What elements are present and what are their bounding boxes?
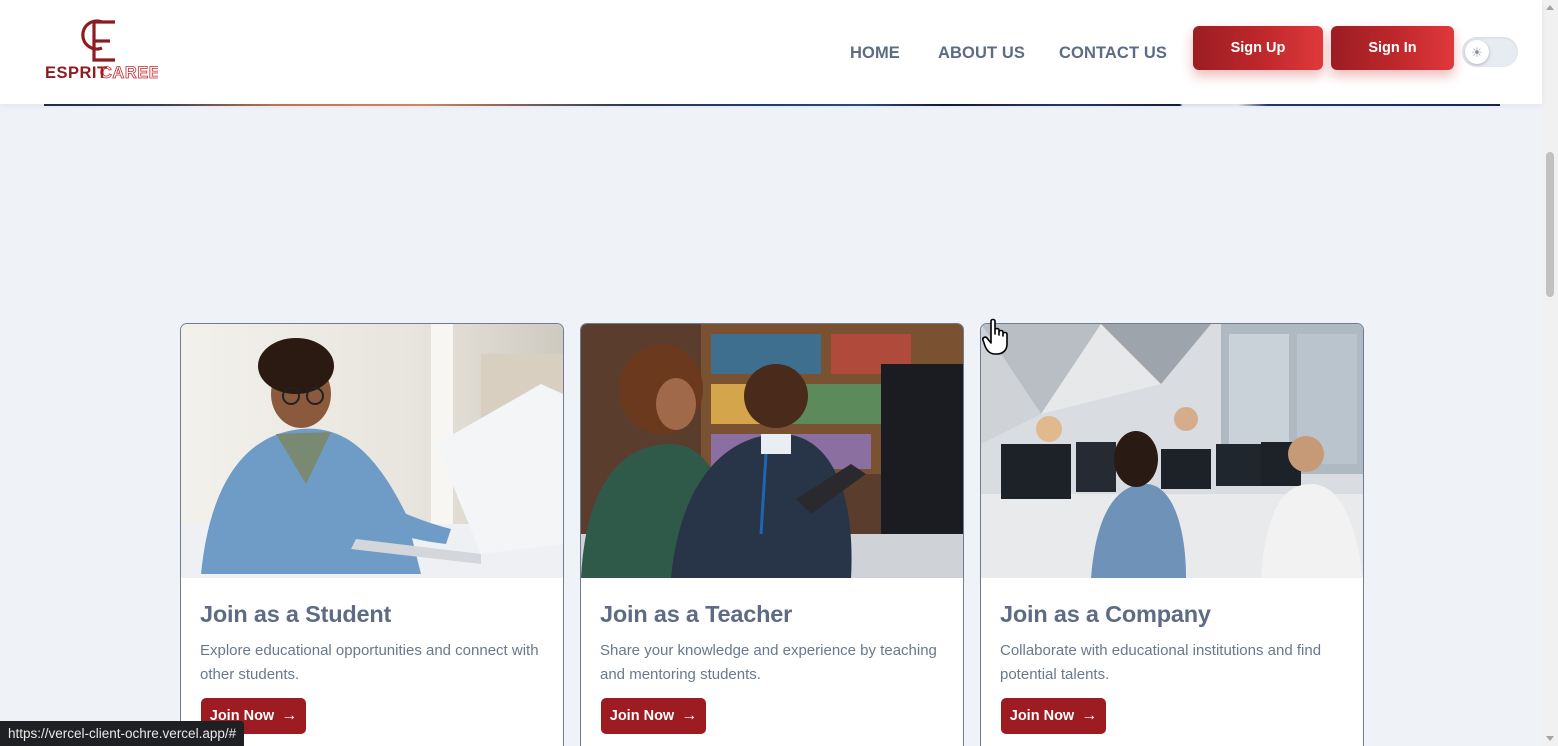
scrollbar-thumb[interactable] <box>1546 152 1554 297</box>
nav-home[interactable]: HOME <box>850 44 900 63</box>
toggle-knob: ☀ <box>1465 40 1489 64</box>
link-preview-status-bar: https://vercel-client-ochre.vercel.app/# <box>0 721 245 746</box>
card-title: Join as a Student <box>200 601 392 627</box>
arrow-right-icon: → <box>1081 707 1098 724</box>
card-teacher: Join as a Teacher Share your knowledge a… <box>580 323 964 746</box>
arrow-right-icon: → <box>681 707 698 724</box>
teacher-mentoring-photo <box>581 324 963 578</box>
button-label: Join Now <box>1009 708 1075 724</box>
hand-pointer-cursor-icon <box>982 318 1012 363</box>
logo[interactable]: ESPRIT CAREER <box>44 18 158 82</box>
card-description: Collaborate with educational institution… <box>1000 642 1322 683</box>
card-description: Explore educational opportunities and co… <box>200 642 539 683</box>
card-company: Join as a Company Collaborate with educa… <box>980 323 1364 746</box>
sign-up-button[interactable]: Sign Up <box>1193 26 1323 70</box>
card-description: Share your knowledge and experience by t… <box>600 642 937 683</box>
join-now-company-button[interactable]: Join Now → <box>1001 698 1106 734</box>
page-scrollbar[interactable] <box>1542 0 1558 746</box>
nav-contact-us[interactable]: CONTACT US <box>1059 44 1167 63</box>
esprit-career-logo-icon: ESPRIT CAREER <box>45 19 158 82</box>
site-header: ESPRIT CAREER HOME ABOUT US CONTACT US S… <box>0 0 1542 104</box>
button-label: Join Now <box>609 708 675 724</box>
card-title: Join as a Company <box>1000 601 1211 627</box>
scroll-down-arrow-icon[interactable] <box>1546 736 1554 741</box>
svg-text:ESPRIT: ESPRIT <box>45 64 108 82</box>
scroll-up-arrow-icon[interactable] <box>1546 5 1554 10</box>
company-office-photo <box>981 324 1363 578</box>
student-laptop-photo <box>181 324 563 578</box>
card-title: Join as a Teacher <box>600 601 793 627</box>
join-now-teacher-button[interactable]: Join Now → <box>601 698 706 734</box>
sign-in-button[interactable]: Sign In <box>1331 26 1454 70</box>
theme-toggle[interactable]: ☀ <box>1462 37 1518 67</box>
card-student: Join as a Student Explore educational op… <box>180 323 564 746</box>
nav-about-us[interactable]: ABOUT US <box>938 44 1025 63</box>
svg-text:CAREER: CAREER <box>100 64 158 82</box>
sun-icon: ☀ <box>1471 44 1483 60</box>
arrow-right-icon: → <box>281 707 298 724</box>
